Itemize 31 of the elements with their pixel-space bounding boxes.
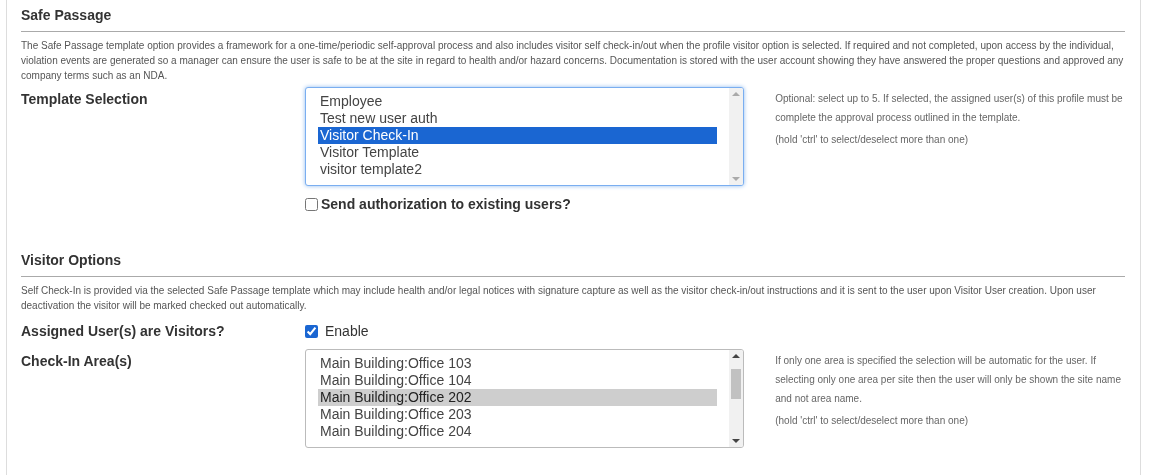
scroll-up-icon[interactable] (732, 353, 741, 359)
checkbox-label: Enable (325, 321, 369, 341)
help-text: If only one area is specified the selection will be automatic for the user. If selecting only one area per site then the user will only be shown the site name and not area name. (775, 354, 1122, 406)
list-box[interactable]: Employee Test new user auth Visitor Check-In Visitor Template visitor template2 (305, 87, 745, 186)
list-option[interactable]: Main Building:Office 204 (318, 423, 718, 440)
help-text: (hold 'ctrl' to select/deselect more than one) (775, 414, 970, 428)
help-text: Optional: select up to 5. If selected, the assigned user(s) of this profile must be complete the approval process outlined in the template. (775, 92, 1124, 125)
section-description: Self Check-In is provided via the selected Safe Passage template which may include health and/or legal notices with signature capture as well as the visitor check-in/out instructions and it is sent to the user upon Visitor User creation. Upon user deactivation the visitor will be marked checked out automatically. (21, 284, 1097, 313)
field-label: Assigned User(s) are Visitors? (21, 323, 225, 339)
scroll-down-icon[interactable] (732, 438, 741, 444)
list-option[interactable]: Main Building:Office 202 (318, 389, 718, 406)
field-label: Check-In Area(s) (21, 353, 132, 369)
list-option[interactable]: Visitor Check-In (318, 127, 718, 144)
list-option[interactable]: Main Building:Office 104 (318, 372, 718, 389)
list-option[interactable]: Employee (318, 93, 718, 110)
list-option[interactable]: Main Building:Office 103 (318, 355, 718, 372)
field-label: Template Selection (21, 91, 148, 107)
list-option[interactable]: Main Building:Office 203 (318, 406, 718, 423)
list-option[interactable]: visitor template2 (318, 161, 718, 178)
checkbox[interactable] (305, 198, 318, 211)
list-box[interactable]: Main Building:Office 103 Main Building:Office 104 Main Building:Office 202 Main Building:Office 203 Main Building:Office 204 (305, 349, 745, 448)
scrollbar[interactable] (729, 350, 744, 447)
help-text: (hold 'ctrl' to select/deselect more than one) (775, 133, 970, 147)
list-option[interactable]: Visitor Template (318, 144, 718, 161)
list-option[interactable]: Test new user auth (318, 110, 718, 127)
checkbox[interactable] (305, 324, 318, 338)
section-heading: Safe Passage (21, 0, 1125, 32)
section-heading: Visitor Options (21, 245, 1125, 277)
checkbox-label: Send authorization to existing users? (321, 195, 571, 214)
section-description: The Safe Passage template option provides a framework for a one-time/periodic self-approval process and also includes visitor self check-in/out when the profile visitor option is selected. If required and not completed, upon access by the individual, violation events are generated so a manager can ensure the user is safe to be at the site in regard to health and/or hazard concerns. Documentation is stored with the user account showing they have answered the proper questions and approved any company terms such as an NDA. (21, 39, 1125, 83)
scroll-thumb[interactable] (731, 368, 742, 399)
